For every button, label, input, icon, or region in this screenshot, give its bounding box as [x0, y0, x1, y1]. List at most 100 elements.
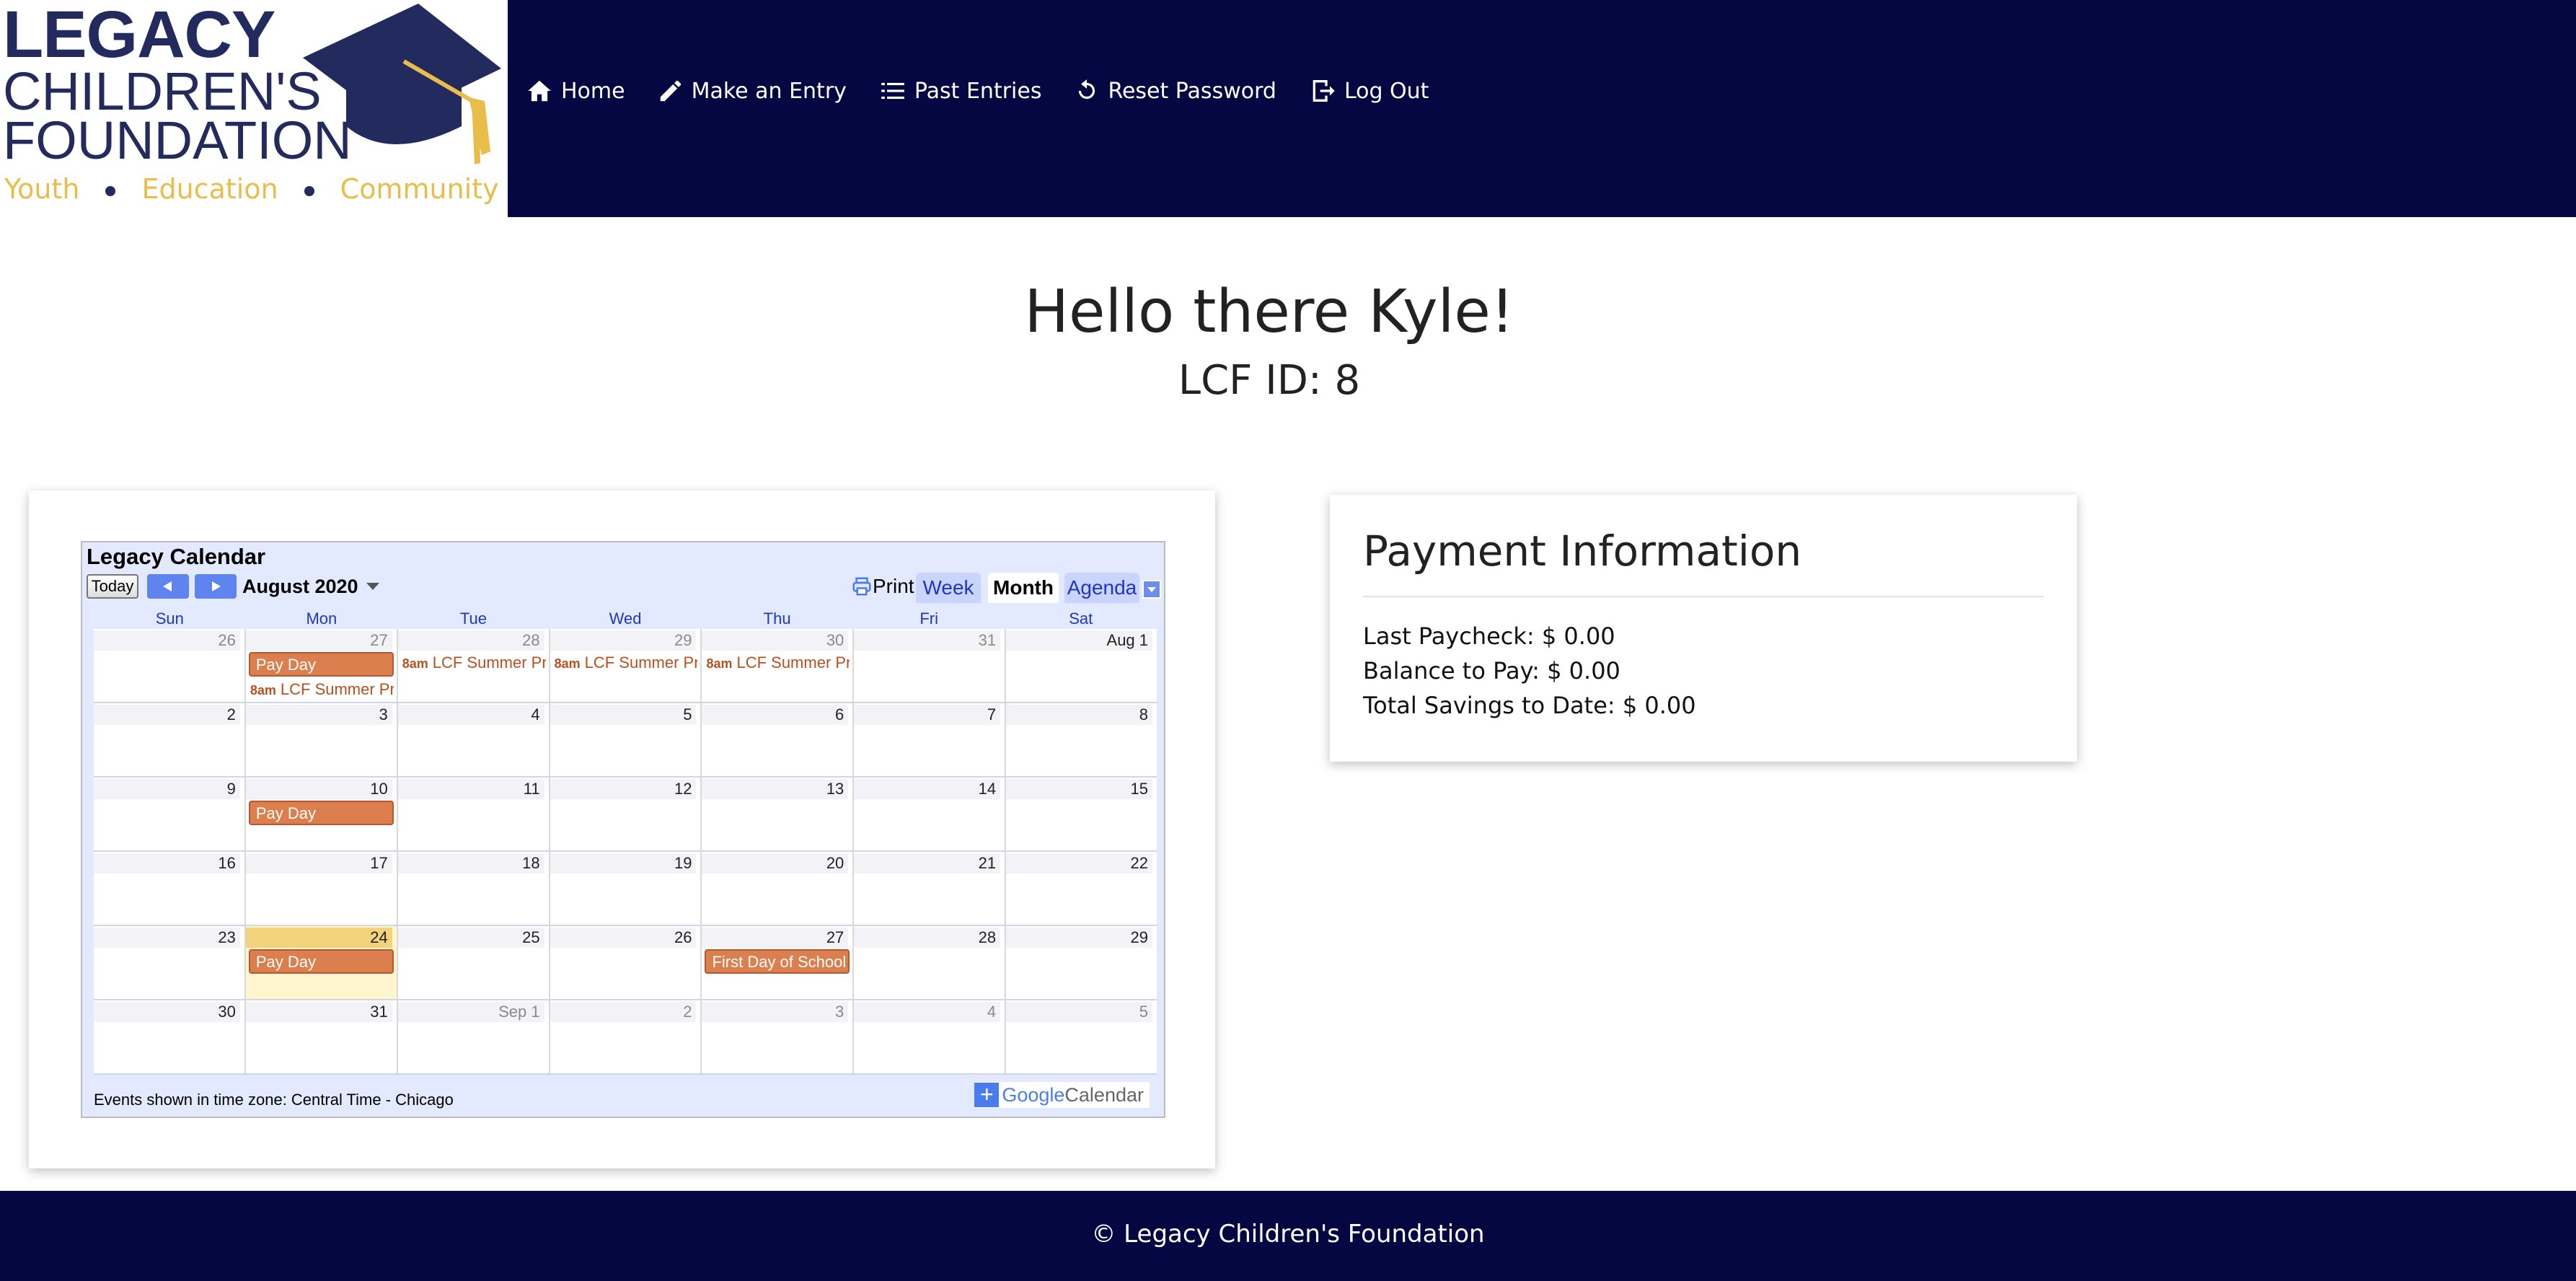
nav-make-entry[interactable]: Make an Entry	[657, 77, 847, 105]
day-number: 5	[1006, 1002, 1153, 1022]
day-cell[interactable]: 27 First Day of School	[702, 926, 855, 999]
day-of-week-header: Sun Mon Tue Wed Thu Fri Sat	[94, 609, 1157, 629]
day-cell[interactable]: Sep 1	[397, 1000, 550, 1073]
day-number: 2	[550, 1002, 697, 1022]
event-lcf-summer[interactable]: 8amLCF Summer Program	[705, 651, 850, 676]
day-number: 23	[94, 928, 240, 948]
day-number: 26	[94, 630, 240, 651]
event-pay-day[interactable]: Pay Day	[248, 949, 394, 974]
day-number: 16	[94, 853, 240, 873]
view-dropdown-icon[interactable]	[1142, 580, 1161, 599]
event-pay-day[interactable]: Pay Day	[248, 652, 394, 677]
day-cell[interactable]: 12	[550, 778, 702, 850]
nav-home[interactable]: Home	[525, 77, 625, 105]
week-row: 30 31 Sep 1 2 3 4 5	[94, 1000, 1157, 1075]
total-savings: Total Savings to Date: $ 0.00	[1363, 692, 1696, 719]
day-number: 9	[94, 779, 240, 799]
day-cell[interactable]: 29	[1006, 926, 1157, 999]
day-cell[interactable]: 30 8amLCF Summer Program	[702, 629, 855, 702]
day-number: 3	[245, 705, 392, 725]
day-number: 12	[550, 779, 697, 799]
next-month-button[interactable]	[195, 574, 237, 599]
day-cell[interactable]: 5	[550, 703, 702, 776]
day-cell[interactable]: 31	[245, 1000, 398, 1073]
day-cell[interactable]: 7	[854, 703, 1007, 776]
day-cell[interactable]: 27 Pay Day 8am LCF Summer Program	[245, 629, 398, 703]
day-cell[interactable]: 25	[397, 926, 550, 999]
day-cell[interactable]: 18	[397, 852, 550, 925]
plus-icon: +	[974, 1083, 1000, 1107]
logo[interactable]: LEGACY CHILDREN'S FOUNDATION Youth Educat…	[0, 0, 508, 217]
tab-week[interactable]: Week	[916, 573, 981, 603]
week-row: 26 27 Pay Day 8amLCF Summer Program 28 8…	[94, 629, 1157, 703]
day-cell[interactable]: 10 Pay Day	[245, 778, 398, 850]
day-cell[interactable]: 15	[1006, 778, 1157, 850]
day-cell[interactable]: Aug 1	[1006, 629, 1157, 702]
day-cell[interactable]: 31	[854, 629, 1007, 702]
day-cell[interactable]: 3	[245, 703, 398, 776]
day-cell[interactable]: 5	[1006, 1000, 1157, 1073]
day-cell[interactable]: 28	[854, 926, 1007, 999]
event-time: 8am	[250, 683, 276, 697]
day-cell[interactable]: 4	[397, 703, 550, 776]
day-number: 25	[397, 928, 544, 948]
day-cell[interactable]: 3	[702, 1000, 855, 1073]
prev-month-button[interactable]	[147, 574, 189, 599]
print-button[interactable]: Print	[851, 574, 914, 599]
day-cell[interactable]: 8	[1006, 703, 1157, 776]
event-pay-day[interactable]: Pay Day	[248, 801, 394, 825]
day-number: 6	[702, 705, 849, 725]
day-cell[interactable]: 2	[94, 703, 246, 776]
day-cell[interactable]: 26	[550, 926, 702, 999]
nav-past-entries[interactable]: Past Entries	[878, 77, 1041, 105]
day-number: 4	[854, 1002, 1001, 1022]
day-number: 28	[854, 928, 1001, 948]
month-dropdown-icon[interactable]	[366, 583, 379, 590]
event-title: LCF Summer Program	[432, 653, 546, 672]
day-number: 14	[854, 779, 1001, 799]
day-cell[interactable]: 14	[854, 778, 1007, 850]
tab-agenda[interactable]: Agenda	[1064, 573, 1139, 603]
balance-to-pay: Balance to Pay: $ 0.00	[1363, 657, 1620, 684]
nav-reset-password[interactable]: Reset Password	[1073, 77, 1276, 105]
day-cell[interactable]: 22	[1006, 852, 1157, 925]
day-cell[interactable]: 9	[94, 778, 246, 850]
nav-log-out[interactable]: Log Out	[1308, 76, 1429, 105]
timezone-note: Events shown in time zone: Central Time …	[94, 1091, 454, 1109]
day-number: 27	[702, 928, 849, 948]
calendar-toolbar: Today August 2020 Print Week Month Agend…	[87, 573, 1161, 603]
event-lcf-summer[interactable]: 8amLCF Summer Program	[249, 678, 394, 703]
day-cell-today[interactable]: 24 Pay Day	[245, 926, 398, 999]
day-cell[interactable]: 13	[702, 778, 855, 850]
day-number: 31	[854, 630, 1001, 651]
day-cell[interactable]: 21	[854, 852, 1007, 925]
day-number: 30	[702, 630, 849, 651]
tab-month[interactable]: Month	[988, 573, 1059, 603]
day-cell[interactable]: 6	[702, 703, 855, 776]
day-number: 29	[550, 630, 697, 651]
day-cell[interactable]: 19	[550, 852, 702, 925]
day-cell[interactable]: 20	[702, 852, 855, 925]
month-label[interactable]: August 2020	[242, 574, 358, 599]
day-cell[interactable]: 26	[94, 629, 246, 702]
day-number: 11	[397, 779, 544, 799]
today-button[interactable]: Today	[87, 574, 138, 599]
day-number: 18	[397, 853, 544, 873]
event-first-day-of-school[interactable]: First Day of School	[705, 949, 850, 974]
day-cell[interactable]: 16	[94, 852, 246, 925]
nav-reset-password-label: Reset Password	[1108, 78, 1276, 104]
day-cell[interactable]: 29 8amLCF Summer Program	[550, 629, 702, 702]
day-cell[interactable]: 11	[397, 778, 550, 850]
event-lcf-summer[interactable]: 8amLCF Summer Program	[401, 651, 546, 676]
nav-home-label: Home	[561, 78, 625, 104]
google-calendar-badge[interactable]: + Google Calendar	[974, 1082, 1150, 1108]
day-cell[interactable]: 17	[245, 852, 398, 925]
day-cell[interactable]: 23	[94, 926, 246, 999]
day-cell[interactable]: 30	[94, 1000, 246, 1073]
badge-google: Google	[1002, 1083, 1065, 1106]
day-cell[interactable]: 2	[550, 1000, 702, 1073]
day-cell[interactable]: 28 8am LCF Summer Program	[397, 629, 550, 702]
event-lcf-summer[interactable]: 8amLCF Summer Program	[553, 651, 698, 676]
day-cell[interactable]: 4	[854, 1000, 1007, 1073]
dow-tue: Tue	[459, 609, 487, 628]
